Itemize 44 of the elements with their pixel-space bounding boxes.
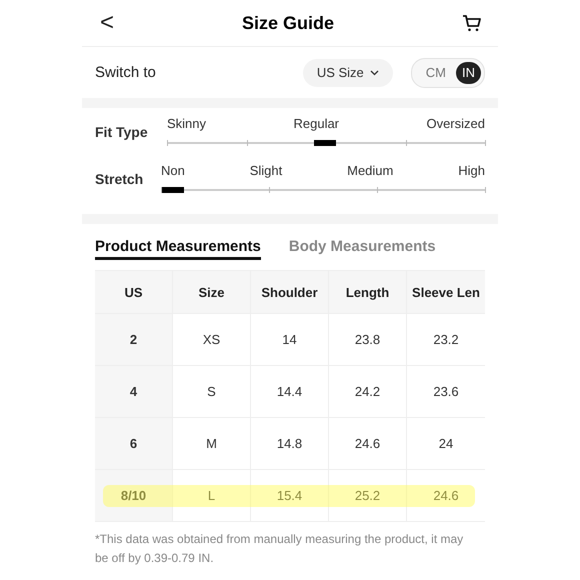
scale-label: Medium (347, 163, 394, 178)
table-cell-text: 24.6 (432, 487, 460, 505)
tab[interactable]: Product Measurements (95, 238, 261, 260)
table-cell: S (173, 366, 251, 417)
scale-label: Slight (250, 163, 282, 178)
table-cell: 2 (95, 314, 173, 365)
table-cell: L (173, 470, 251, 521)
column-header: Sleeve Len (411, 284, 481, 302)
table-cell: 14 (251, 314, 329, 365)
table-cell: 23.8 (329, 314, 407, 365)
table-cell: 14.4 (251, 366, 329, 417)
table-cell: 14.8 (251, 418, 329, 469)
cart-icon[interactable] (462, 14, 482, 32)
column-header: Shoulder (251, 271, 329, 313)
footnote: *This data was obtained from manually measuring the product, it may be off by 0.39-0.79 IN. (95, 531, 464, 567)
fit-label: Fit Type (95, 123, 149, 140)
page-title: Size Guide (242, 12, 334, 34)
table-cell: 4 (95, 366, 173, 417)
table-cell-text: 23.2 (432, 331, 460, 349)
size-dropdown[interactable]: US Size (302, 58, 393, 86)
table-cell: 15.4 (251, 470, 329, 521)
tab[interactable]: Body Measurements (288, 238, 436, 260)
table-cell-text: 24 (438, 435, 454, 453)
column-header: Size (173, 271, 251, 313)
scale-label: Skinny (167, 116, 206, 131)
column-header: Length (329, 271, 407, 313)
switch-label: Switch to (95, 64, 157, 81)
scale-label: Regular (293, 116, 340, 131)
table-cell: M (173, 418, 251, 469)
table-cell: 25.2 (329, 470, 407, 521)
table-cell: 6 (95, 418, 173, 469)
caret-icon (370, 70, 379, 76)
table-cell: 24.6 (329, 418, 407, 469)
table-cell-text: 23.6 (432, 383, 460, 401)
scale-label: Non (161, 163, 185, 178)
table-cell: 24.2 (329, 366, 407, 417)
scale-label: High (458, 163, 485, 178)
back-button[interactable]: < (100, 11, 114, 35)
fit-label: Stretch (95, 170, 144, 187)
table-cell: 8/10 (95, 470, 173, 521)
scale-label: Oversized (426, 116, 485, 131)
table-cell: XS (173, 314, 251, 365)
unit-option[interactable]: CM (420, 62, 452, 84)
unit-option[interactable]: IN (456, 62, 481, 84)
